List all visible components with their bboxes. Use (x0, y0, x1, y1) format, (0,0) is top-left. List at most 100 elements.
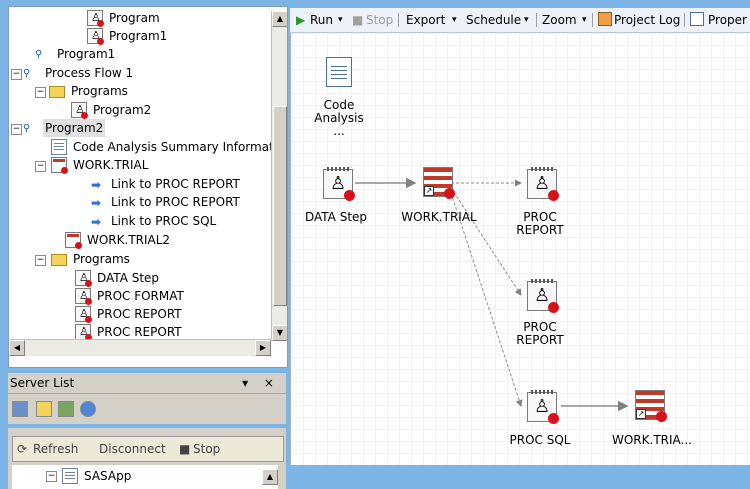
stop-icon: ■ (352, 13, 364, 27)
program-icon: ♙ (75, 324, 92, 341)
run-button[interactable]: Run (310, 8, 333, 32)
server-name[interactable]: SASApp (84, 469, 131, 483)
tree-item-process-flow-1[interactable]: ⚲ Process Flow 1 (23, 64, 135, 82)
separator (684, 13, 685, 27)
scroll-left-icon[interactable]: ◀ (9, 340, 25, 356)
node-proc-report-2[interactable]: ♙ PROC REPORT (505, 277, 575, 353)
process-flow-canvas[interactable]: Code Analysis ... ♙ DATA Step ↗ WORK.TRI… (290, 33, 750, 465)
program-icon: ♙ (75, 270, 92, 287)
table-icon (51, 157, 68, 174)
tree-item-data-step[interactable]: ♙ DATA Step (75, 269, 161, 287)
refresh-button[interactable]: Refresh (33, 437, 78, 461)
link-arrow-icon: ➡ (91, 215, 102, 229)
tree-item-proc-report-1[interactable]: ♙ PROC REPORT (75, 305, 184, 323)
scroll-up-icon[interactable]: ▲ (262, 469, 278, 485)
tree-vertical-scrollbar[interactable]: ▲ ▼ (271, 11, 287, 341)
tree-item-work-trial[interactable]: WORK.TRIAL (51, 156, 150, 174)
node-label: Code Analysis ... (314, 98, 364, 138)
node-proc-sql[interactable]: ♙ PROC SQL (505, 388, 575, 448)
separator (398, 13, 399, 27)
tree-item-proc-format[interactable]: ♙ PROC FORMAT (75, 287, 186, 305)
project-log-button[interactable]: Project Log (614, 8, 680, 32)
dropdown-arrow-icon[interactable]: ▾ (338, 8, 343, 32)
panel-controls[interactable]: ▾ × (242, 373, 280, 393)
tree-item-program2[interactable]: ♙ Program2 (71, 101, 153, 119)
export-button[interactable]: Export (406, 8, 445, 32)
tree-item-link-proc-report-2[interactable]: ➡ Link to PROC REPORT (91, 193, 242, 211)
collapse-icon[interactable]: − (35, 161, 46, 172)
folder-icon (51, 254, 67, 266)
collapse-icon[interactable]: − (11, 124, 22, 135)
node-label: PROC REPORT (516, 320, 564, 347)
program-icon: ♙ (87, 10, 104, 27)
program-icon: ♙ (527, 279, 559, 313)
node-proc-report-1[interactable]: ♙ PROC REPORT (505, 165, 575, 241)
node-work-trial[interactable]: ↗ WORK.TRIAL (399, 165, 479, 225)
process-flow-icon: ⚲ (35, 49, 43, 60)
server-add-icon[interactable] (12, 401, 28, 417)
tree-item-work-trial2[interactable]: WORK.TRIAL2 (65, 231, 172, 249)
folder-icon (49, 86, 65, 98)
tree-item-flow-program2[interactable]: ⚲ Program2 (23, 119, 106, 137)
server-list-header: Server List ▾ × (8, 373, 286, 393)
properties-button[interactable]: Proper (708, 8, 747, 32)
server-toolbar (8, 394, 286, 424)
run-icon[interactable]: ▶ (296, 8, 305, 32)
node-code-analysis[interactable]: Code Analysis ... (309, 53, 369, 138)
program-icon: ♙ (75, 288, 92, 305)
dropdown-arrow-icon[interactable]: ▾ (524, 8, 529, 32)
scroll-right-icon[interactable]: ▶ (255, 340, 271, 356)
stop-icon[interactable]: ■ (179, 437, 190, 461)
scroll-thumb[interactable] (273, 106, 287, 306)
node-data-step[interactable]: ♙ DATA Step (301, 165, 371, 225)
server-list-title: Server List (10, 376, 75, 390)
dropdown-arrow-icon[interactable]: ▾ (582, 8, 587, 32)
program-icon: ♙ (527, 167, 559, 201)
separator (592, 13, 593, 27)
table-icon: ↗ (635, 390, 667, 422)
node-label: DATA Step (304, 210, 368, 224)
disconnect-button[interactable]: Disconnect (99, 437, 166, 461)
tree-item-programs-folder-2[interactable]: Programs (51, 250, 132, 268)
tree-item-program[interactable]: ♙ Program (87, 9, 162, 27)
link-arrow-icon: ➡ (91, 196, 102, 210)
tree-item-programs-folder[interactable]: Programs (49, 82, 130, 100)
stop-button[interactable]: Stop (193, 437, 220, 461)
collapse-icon[interactable]: − (46, 471, 57, 482)
tree-item-code-analysis[interactable]: Code Analysis Summary Information (51, 138, 287, 156)
document-icon (51, 139, 67, 155)
tree-item-link-proc-report-1[interactable]: ➡ Link to PROC REPORT (91, 175, 242, 193)
project-log-icon[interactable] (598, 12, 612, 26)
program-icon: ♙ (87, 28, 104, 45)
tree-item-program1[interactable]: ♙ Program1 (87, 27, 169, 45)
folder-icon[interactable] (36, 401, 52, 417)
table-icon (65, 232, 82, 249)
globe-icon[interactable] (80, 401, 96, 417)
program-icon: ♙ (71, 102, 88, 119)
document-icon (326, 57, 352, 87)
zoom-button[interactable]: Zoom (542, 8, 577, 32)
process-flow-icon: ⚲ (23, 68, 31, 79)
server-icon[interactable] (58, 401, 74, 417)
separator (536, 13, 537, 27)
collapse-icon[interactable]: − (35, 87, 46, 98)
tree-horizontal-scrollbar[interactable]: ◀ ▶ (9, 339, 271, 356)
refresh-icon[interactable]: ⟳ (17, 437, 27, 461)
server-icon (62, 468, 78, 484)
scroll-up-icon[interactable]: ▲ (272, 11, 287, 27)
tree-item-flow-program1[interactable]: ⚲ Program1 (35, 45, 117, 63)
project-tree[interactable]: ♙ Program ♙ Program1 ⚲ Program1 − ⚲ Proc… (8, 6, 288, 368)
dropdown-arrow-icon[interactable]: ▾ (452, 8, 457, 32)
app-window: ♙ Program ♙ Program1 ⚲ Program1 − ⚲ Proc… (0, 0, 750, 489)
node-label: WORK.TRIAL (401, 210, 477, 224)
link-arrow-icon: ➡ (91, 178, 102, 192)
tree-item-link-proc-sql[interactable]: ➡ Link to PROC SQL (91, 212, 218, 230)
collapse-icon[interactable]: − (35, 255, 46, 266)
node-work-trial2[interactable]: ↗ WORK.TRIA... (607, 388, 697, 448)
scroll-down-icon[interactable]: ▼ (272, 325, 287, 341)
program-icon: ♙ (527, 390, 559, 424)
schedule-button[interactable]: Schedule (466, 8, 521, 32)
server-tree[interactable]: − SASApp ▲ (12, 465, 278, 489)
properties-icon[interactable] (690, 12, 704, 26)
collapse-icon[interactable]: − (11, 69, 22, 80)
